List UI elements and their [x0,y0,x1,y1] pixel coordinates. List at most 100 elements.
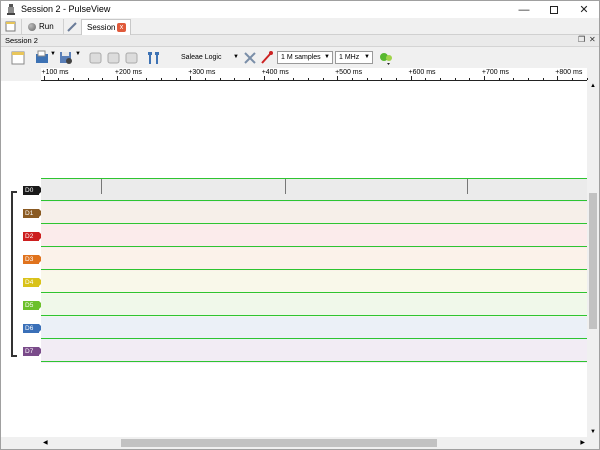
ruler-tick-label: +200 ms [114,69,142,76]
sample-rate-select[interactable]: 1 MHz ▼ [335,51,373,64]
ruler-minor-tick [219,78,221,80]
channel-trace [41,269,587,270]
dock-close-icon[interactable]: ✕ [589,35,596,44]
horizontal-scroll-thumb[interactable] [121,439,437,447]
probe-icon [67,21,77,32]
open-icon[interactable] [35,50,49,65]
channel-lane-d0[interactable] [41,179,587,202]
main-window: Session 2 - PulseView — ✕ Run Session 2 … [0,0,600,450]
channel-label-d3[interactable]: D3 [23,255,43,264]
channel-label-d6[interactable]: D6 [23,324,43,333]
ruler-minor-tick [498,78,500,80]
dock-title: Session 2 [5,36,38,45]
vertical-scroll-thumb[interactable] [589,193,597,329]
scroll-left-icon[interactable]: ◀ [43,439,48,446]
sample-rate-dropdown-icon: ▼ [364,54,370,60]
vertical-scrollbar[interactable]: ▲ ▼ [587,81,599,437]
maximize-button[interactable] [539,1,569,18]
channel-label-d4[interactable]: D4 [23,278,43,287]
ruler-minor-tick [572,78,573,80]
channel-label-d5[interactable]: D5 [23,301,43,310]
channel-trace [41,200,587,201]
trace-viewport[interactable] [41,81,587,437]
sample-count-select[interactable]: 1 M samples ▼ [277,51,333,64]
cursor-markers-icon[interactable] [147,50,161,65]
channel-lane-d2[interactable] [41,225,587,248]
ruler-tick [116,76,118,80]
channel-trace [41,338,587,339]
decoder-icon[interactable] [378,50,394,65]
open-dropdown-icon[interactable]: ▼ [50,51,56,66]
ruler-minor-tick [234,78,236,80]
ruler-minor-tick [395,78,397,80]
sample-count-dropdown-icon: ▼ [324,54,330,60]
channel-label-d0[interactable]: D0 [23,186,43,195]
close-window-button[interactable]: ✕ [569,1,599,18]
show-cursors-icon[interactable] [125,50,138,65]
run-button[interactable]: Run [21,19,59,34]
grid-marker [467,179,468,194]
connect-device-button[interactable] [63,19,77,34]
save-icon[interactable] [59,50,73,65]
tab-session-2[interactable]: Session 2 x [81,19,131,35]
grid-marker [101,179,102,194]
ruler-minor-tick [307,78,309,80]
ruler-minor-tick [205,78,206,80]
save-dropdown-icon[interactable]: ▼ [75,51,81,66]
ruler-minor-tick [249,78,251,80]
new-session-button[interactable] [5,19,17,34]
horizontal-scrollbar[interactable]: ◀ ▶ [41,437,587,449]
device-config-icon[interactable] [243,50,257,65]
sample-rate-value: 1 MHz [339,54,360,61]
channel-label-d2[interactable]: D2 [23,232,43,241]
ruler-minor-tick [586,78,588,80]
channel-lane-d6[interactable] [41,317,587,340]
sample-count-value: 1 M samples [281,54,321,61]
scroll-up-icon[interactable]: ▲ [590,83,596,89]
ruler-tick-label: +100 ms [41,69,69,76]
channel-label-d1[interactable]: D1 [23,209,43,218]
zoom-one-icon[interactable] [107,50,120,65]
zoom-fit-icon[interactable] [89,50,102,65]
ruler-tick [483,76,485,80]
channel-lane-d4[interactable] [41,271,587,294]
dock-float-icon[interactable]: ❐ [578,35,585,44]
time-ruler[interactable]: +100 ms +200 ms +300 ms +400 ms +500 ms +600 … [41,68,588,81]
ruler-minor-tick [542,78,544,80]
scroll-right-icon[interactable]: ▶ [580,439,585,446]
channel-trace [41,223,587,224]
tab-bar: Run Session 2 x [1,18,599,35]
ruler-minor-tick [87,78,89,80]
tab-close-icon[interactable]: x [117,23,126,32]
minimize-icon: — [518,3,530,16]
ruler-minor-tick [293,78,295,80]
device-label: Saleae Logic [181,54,222,61]
pulseview-app-icon [7,4,15,15]
channel-header-area: D0 D1 D2 D3 D4 D5 D6 D7 [1,81,43,437]
new-session-icon [5,21,16,32]
ruler-tick-label: +800 ms [555,69,583,76]
run-label: Run [39,22,54,31]
scroll-down-icon[interactable]: ▼ [590,429,596,435]
channel-label-d7[interactable]: D7 [23,347,43,356]
new-view-icon[interactable] [11,50,25,65]
probe-config-icon[interactable] [260,50,274,65]
ruler-minor-tick [58,78,60,80]
channel-lane-d1[interactable] [41,202,587,225]
ruler-minor-tick [146,78,148,80]
group-bracket[interactable] [11,191,17,357]
device-selector[interactable]: Saleae Logic ▼ [181,51,241,64]
minimize-button[interactable]: — [509,1,539,18]
ruler-minor-tick [439,78,441,80]
channel-lane-d3[interactable] [41,248,587,271]
ruler-tick [410,76,412,80]
ruler-minor-tick [454,78,456,80]
ruler-tick [557,76,559,80]
ruler-tick-label: +400 ms [261,69,289,76]
ruler-minor-tick [381,78,383,80]
channel-lane-d7[interactable] [41,340,587,363]
dock-title-bar: Session 2 ❐ ✕ [1,35,599,47]
channel-lane-d5[interactable] [41,294,587,317]
channel-trace [41,361,587,362]
ruler-minor-tick [469,78,471,80]
